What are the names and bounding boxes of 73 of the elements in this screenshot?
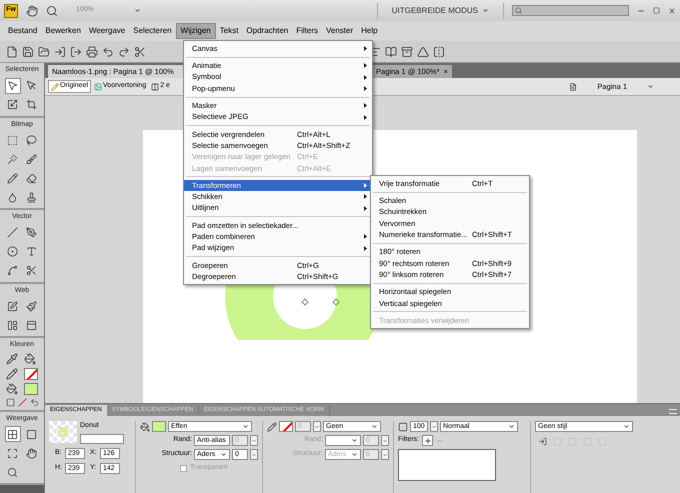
- submenu-arrow-icon: [364, 63, 367, 68]
- search-field[interactable]: [512, 5, 629, 16]
- swap-colors-icon[interactable]: [30, 398, 38, 406]
- menu-bar-item[interactable]: Wijzigen: [176, 23, 216, 39]
- fill-swatch[interactable]: [152, 421, 166, 432]
- hand-icon[interactable]: [26, 4, 38, 16]
- filter-list[interactable]: [398, 449, 496, 481]
- menu-bar-item[interactable]: Help: [357, 23, 382, 39]
- spin-button[interactable]: [250, 435, 258, 446]
- submenu-arrow-icon: [364, 74, 367, 80]
- print-icon[interactable]: [86, 46, 98, 58]
- split-view-icon: [151, 82, 160, 90]
- no-color-icon[interactable]: [18, 398, 26, 406]
- menu-bar-item[interactable]: Bewerken: [41, 23, 85, 39]
- fill-swatch[interactable]: [24, 382, 38, 394]
- image-icon: [94, 82, 102, 90]
- pencil-icon[interactable]: [267, 422, 277, 432]
- menu-bar-item[interactable]: Venster: [322, 23, 358, 39]
- paint-bucket-icon[interactable]: [24, 352, 36, 364]
- archive-icon[interactable]: [401, 46, 413, 58]
- page-icon: [569, 82, 578, 90]
- spin-button[interactable]: [250, 449, 258, 460]
- import-icon[interactable]: [54, 46, 66, 58]
- eyedropper-icon[interactable]: [6, 352, 18, 364]
- stroke-swatch[interactable]: [24, 368, 38, 380]
- submenu-arrow-icon: [364, 46, 367, 52]
- fill-icon[interactable]: [6, 382, 18, 394]
- fill-icon[interactable]: [140, 422, 150, 432]
- caret-icon[interactable]: [623, 423, 630, 430]
- panel-menu-icon[interactable]: [669, 409, 677, 414]
- pencil-icon: [51, 82, 59, 90]
- submenu-arrow-icon: [364, 206, 367, 211]
- pencil-icon[interactable]: [6, 368, 18, 380]
- save-icon[interactable]: [22, 46, 34, 58]
- spin-button[interactable]: [381, 435, 389, 446]
- menu-bar-item[interactable]: Bestand: [4, 23, 42, 39]
- stroke-swatch[interactable]: [279, 421, 293, 432]
- new-file-icon[interactable]: [6, 46, 18, 58]
- search-icon: [515, 7, 522, 14]
- submenu-arrow-icon: [364, 114, 367, 120]
- caret-icon[interactable]: [134, 7, 141, 14]
- menu-bar-item[interactable]: Selecteren: [129, 23, 176, 39]
- maximize-icon[interactable]: [653, 7, 660, 14]
- menu-bar-item[interactable]: Filters: [292, 23, 322, 39]
- spin-button[interactable]: [313, 421, 321, 432]
- caret-icon[interactable]: [482, 7, 489, 14]
- new-style-icon[interactable]: [538, 437, 547, 446]
- caret-icon[interactable]: [508, 423, 515, 430]
- book-icon[interactable]: [385, 46, 397, 58]
- submenu-arrow-icon: [364, 234, 367, 240]
- name-field[interactable]: [80, 434, 124, 444]
- export-icon[interactable]: [70, 46, 82, 58]
- cut-icon[interactable]: [134, 46, 146, 58]
- control-point[interactable]: [332, 298, 340, 306]
- undo-icon[interactable]: [102, 46, 114, 58]
- submenu-arrow-icon: [364, 86, 367, 92]
- object-thumbnail: [49, 421, 77, 443]
- spin-button[interactable]: [381, 449, 389, 460]
- menu-bar-item[interactable]: Weergave: [84, 23, 130, 39]
- zoom-icon[interactable]: [46, 4, 58, 16]
- redo-icon[interactable]: [118, 46, 130, 58]
- open-icon[interactable]: [38, 46, 50, 58]
- caret-icon[interactable]: [242, 423, 249, 430]
- control-point[interactable]: [301, 298, 309, 306]
- menu-bar-item[interactable]: Tekst: [216, 23, 242, 39]
- caret-icon[interactable]: [647, 83, 654, 90]
- workspace-dropdown[interactable]: UITGEBREIDE MODUS: [386, 4, 495, 16]
- submenu-arrow-icon: [364, 246, 367, 251]
- spin-button[interactable]: [430, 421, 438, 432]
- submenu-arrow-icon: [364, 103, 367, 108]
- close-icon[interactable]: [668, 6, 676, 14]
- caret-icon[interactable]: [371, 423, 378, 430]
- menu-bar-item[interactable]: Opdrachten: [242, 23, 292, 39]
